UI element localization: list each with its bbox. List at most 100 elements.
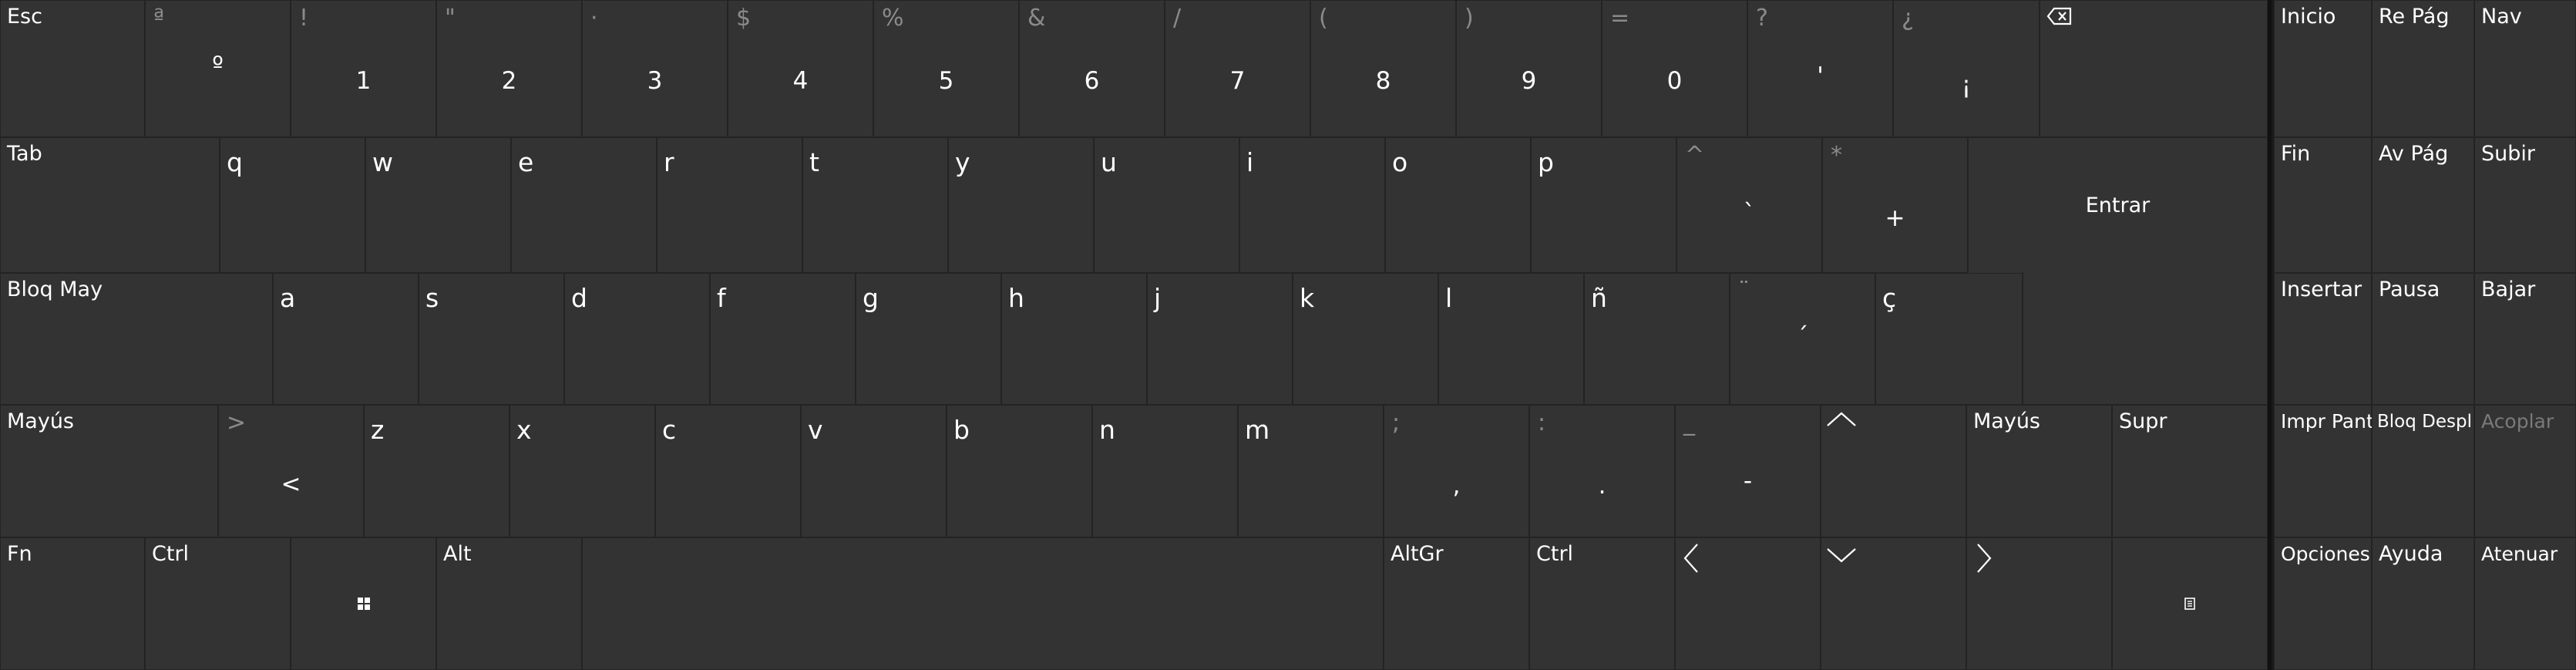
key-backspace[interactable] xyxy=(2040,0,2268,137)
key-label: Bloq Despl xyxy=(2377,412,2472,432)
key-enter-lower[interactable] xyxy=(2023,271,2268,405)
key-p[interactable]: p xyxy=(1531,137,1676,273)
key-k[interactable]: k xyxy=(1293,273,1438,405)
key-r[interactable]: r xyxy=(657,137,802,273)
key-e[interactable]: e xyxy=(511,137,657,273)
key-8[interactable]: ( 8 xyxy=(1310,0,1456,137)
key-t[interactable]: t xyxy=(802,137,948,273)
key-label: ´ xyxy=(1796,323,1809,351)
key-inverted-exclamation[interactable]: ¿ ¡ xyxy=(1893,0,2040,137)
key-d[interactable]: d xyxy=(564,273,710,405)
key-fn[interactable]: Fn xyxy=(0,537,145,670)
key-label: 7 xyxy=(1229,67,1246,95)
key-b[interactable]: b xyxy=(947,405,1092,537)
key-shift-label: ) xyxy=(1465,5,1474,32)
key-s[interactable]: s xyxy=(419,273,564,405)
key-tab[interactable]: Tab xyxy=(0,137,220,273)
key-h[interactable]: h xyxy=(1001,273,1147,405)
key-label: Nav xyxy=(2481,5,2522,29)
key-5[interactable]: % 5 xyxy=(873,0,1019,137)
key-c-cedilla[interactable]: ç xyxy=(1875,273,2023,405)
key-minus[interactable]: _ - xyxy=(1675,405,1821,537)
key-esc[interactable]: Esc xyxy=(0,0,145,137)
key-plus[interactable]: * + xyxy=(1822,137,1968,273)
key-grave[interactable]: ^ ` xyxy=(1676,137,1822,273)
key-label: d xyxy=(571,283,587,313)
key-1[interactable]: ! 1 xyxy=(291,0,436,137)
key-insertar[interactable]: Insertar xyxy=(2274,273,2372,405)
key-apostrophe[interactable]: ? ' xyxy=(1747,0,1893,137)
key-y[interactable]: y xyxy=(948,137,1094,273)
key-opciones[interactable]: Opciones xyxy=(2274,537,2372,670)
key-acoplar[interactable]: Acoplar xyxy=(2474,405,2576,537)
key-i[interactable]: i xyxy=(1239,137,1385,273)
key-period[interactable]: : . xyxy=(1529,405,1675,537)
key-9[interactable]: ) 9 xyxy=(1456,0,1602,137)
key-atenuar[interactable]: Atenuar xyxy=(2474,537,2576,670)
key-n-tilde[interactable]: ñ xyxy=(1584,273,1730,405)
key-av-pag[interactable]: Av Pág xyxy=(2372,137,2474,273)
key-label: n xyxy=(1099,415,1115,445)
key-0[interactable]: = 0 xyxy=(1602,0,1747,137)
key-x[interactable]: x xyxy=(509,405,655,537)
key-q[interactable]: q xyxy=(220,137,365,273)
key-arrow-right[interactable] xyxy=(1966,537,2112,670)
key-m[interactable]: m xyxy=(1238,405,1384,537)
key-o[interactable]: o xyxy=(1385,137,1531,273)
key-nav[interactable]: Nav xyxy=(2474,0,2576,137)
key-inicio[interactable]: Inicio xyxy=(2274,0,2372,137)
key-re-pag[interactable]: Re Pág xyxy=(2372,0,2474,137)
key-label: s xyxy=(425,283,439,313)
key-label: j xyxy=(1154,283,1162,313)
key-shift-label: = xyxy=(1610,5,1630,32)
key-altgr[interactable]: AltGr xyxy=(1384,537,1529,670)
key-context-menu[interactable] xyxy=(2112,537,2268,670)
key-label: i xyxy=(1246,147,1254,177)
key-label: x xyxy=(516,415,532,445)
key-space[interactable] xyxy=(582,537,1384,670)
key-2[interactable]: " 2 xyxy=(436,0,582,137)
key-shift-left[interactable]: Mayús xyxy=(0,405,218,537)
key-label: Fin xyxy=(2281,142,2311,166)
key-fin[interactable]: Fin xyxy=(2274,137,2372,273)
key-pausa[interactable]: Pausa xyxy=(2372,273,2474,405)
key-impr-pant[interactable]: Impr Pant xyxy=(2274,405,2374,537)
key-acute[interactable]: ¨ ´ xyxy=(1730,273,1875,405)
key-comma[interactable]: ; , xyxy=(1384,405,1529,537)
key-label: 5 xyxy=(938,67,954,95)
key-3[interactable]: · 3 xyxy=(582,0,728,137)
key-n[interactable]: n xyxy=(1092,405,1238,537)
key-ctrl-right[interactable]: Ctrl xyxy=(1529,537,1675,670)
key-ayuda[interactable]: Ayuda xyxy=(2372,537,2474,670)
key-c[interactable]: c xyxy=(655,405,801,537)
key-bloq-despl[interactable]: Bloq Despl xyxy=(2372,405,2474,537)
key-label: h xyxy=(1008,283,1024,313)
key-f[interactable]: f xyxy=(710,273,856,405)
key-4[interactable]: $ 4 xyxy=(728,0,873,137)
key-u[interactable]: u xyxy=(1094,137,1239,273)
key-masculine-ordinal[interactable]: ª º xyxy=(145,0,291,137)
key-ctrl-left[interactable]: Ctrl xyxy=(145,537,291,670)
key-arrow-down[interactable] xyxy=(1821,537,1966,670)
key-g[interactable]: g xyxy=(856,273,1001,405)
key-z[interactable]: z xyxy=(364,405,509,537)
key-7[interactable]: / 7 xyxy=(1165,0,1310,137)
key-enter[interactable]: Entrar xyxy=(1968,137,2268,273)
key-a[interactable]: a xyxy=(273,273,419,405)
key-shift-right[interactable]: Mayús xyxy=(1966,405,2112,537)
key-alt[interactable]: Alt xyxy=(436,537,582,670)
key-subir[interactable]: Subir xyxy=(2474,137,2576,273)
key-l[interactable]: l xyxy=(1438,273,1584,405)
key-arrow-left[interactable] xyxy=(1675,537,1821,670)
key-caps-lock[interactable]: Bloq May xyxy=(0,273,273,405)
key-less-than[interactable]: > < xyxy=(218,405,364,537)
key-arrow-up[interactable] xyxy=(1821,405,1966,537)
key-supr[interactable]: Supr xyxy=(2112,405,2268,537)
key-windows[interactable] xyxy=(291,537,436,670)
key-label: º xyxy=(212,52,224,79)
key-v[interactable]: v xyxy=(801,405,947,537)
key-j[interactable]: j xyxy=(1147,273,1293,405)
key-6[interactable]: & 6 xyxy=(1019,0,1165,137)
key-bajar[interactable]: Bajar xyxy=(2474,273,2576,405)
key-w[interactable]: w xyxy=(365,137,511,273)
